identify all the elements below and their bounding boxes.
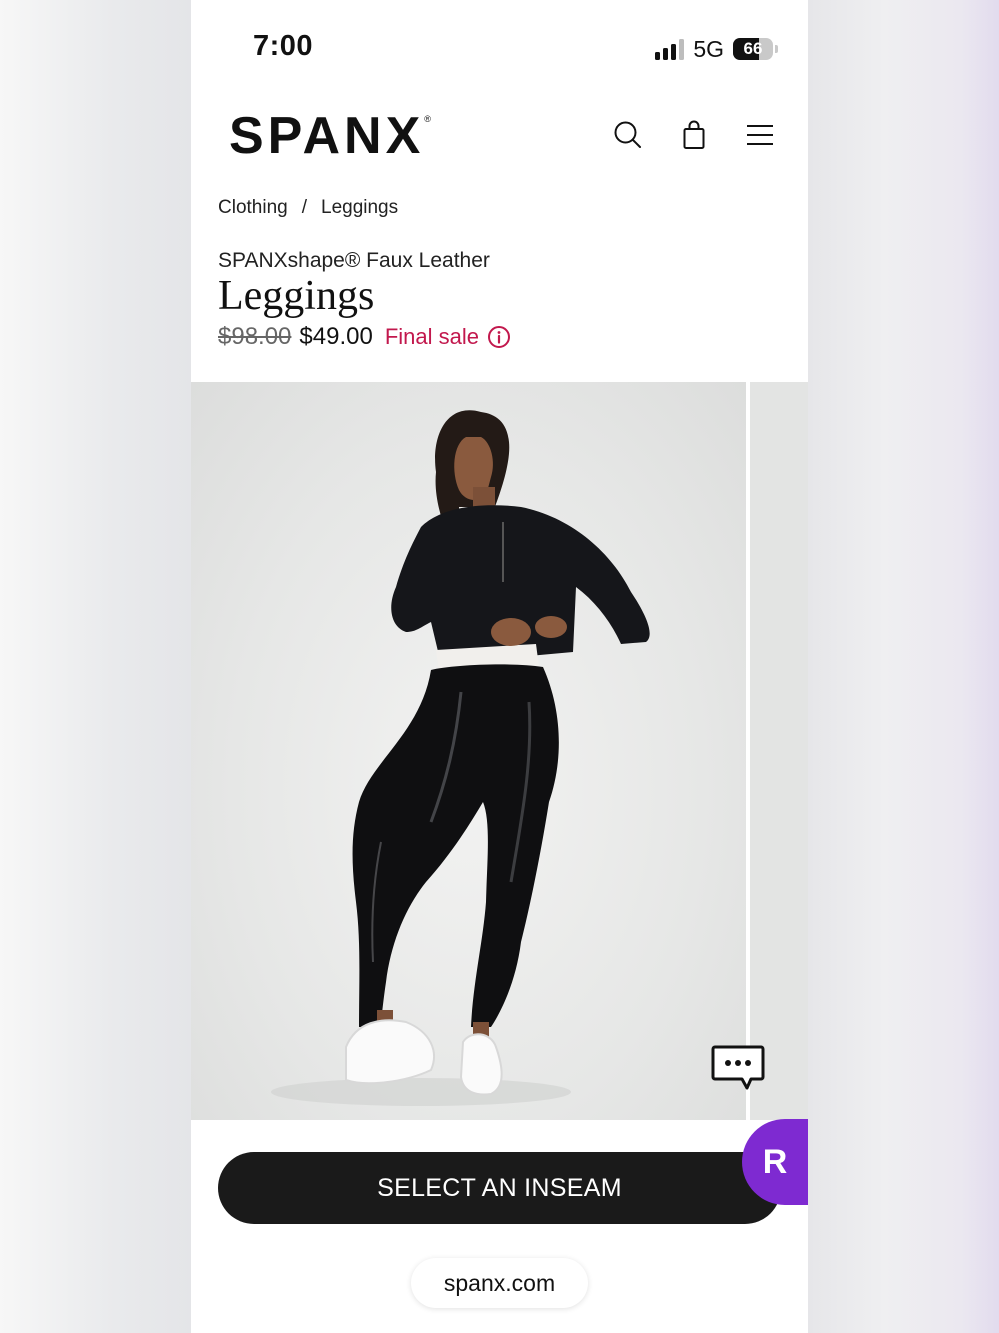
select-inseam-button[interactable]: SELECT AN INSEAM xyxy=(218,1152,781,1224)
breadcrumb-leggings[interactable]: Leggings xyxy=(321,197,398,219)
background-right xyxy=(808,0,999,1333)
menu-icon[interactable] xyxy=(742,117,778,153)
breadcrumb-separator: / xyxy=(301,197,307,218)
chat-icon[interactable] xyxy=(711,1044,765,1090)
product-title: Leggings xyxy=(218,273,375,319)
rewards-badge-label: R xyxy=(762,1142,788,1181)
status-time: 7:00 xyxy=(253,30,314,62)
battery-icon: 66 xyxy=(733,38,773,60)
network-label: 5G xyxy=(693,35,724,62)
header-actions xyxy=(610,117,778,153)
next-image-peek[interactable] xyxy=(750,382,808,1120)
original-price: $98.00 xyxy=(218,323,292,350)
status-indicators: 5G 66 xyxy=(655,34,778,64)
search-icon[interactable] xyxy=(610,117,646,153)
price-row: $98.00 $49.00 Final sale xyxy=(218,323,511,351)
breadcrumb: Clothing / Leggings xyxy=(218,197,398,219)
signal-icon xyxy=(655,38,685,60)
breadcrumb-clothing[interactable]: Clothing xyxy=(218,197,288,219)
phone-screen: 7:00 5G 66 SPANX® Clothing / Leggings SP… xyxy=(191,0,808,1333)
spanx-logo[interactable]: SPANX® xyxy=(229,106,431,166)
browser-url-bar[interactable]: spanx.com xyxy=(411,1258,588,1308)
battery-tip xyxy=(775,45,778,53)
sale-price: $49.00 xyxy=(299,323,373,350)
product-image[interactable] xyxy=(191,382,746,1120)
logo-registered-mark: ® xyxy=(424,114,431,124)
background-left xyxy=(0,0,191,1333)
final-sale-label: Final sale xyxy=(384,324,479,349)
shopping-bag-icon[interactable] xyxy=(676,117,712,153)
logo-text: SPANX xyxy=(229,107,425,165)
info-icon[interactable] xyxy=(487,325,511,349)
battery-level: 66 xyxy=(743,39,763,58)
product-subtitle: SPANXshape® Faux Leather xyxy=(218,249,490,272)
